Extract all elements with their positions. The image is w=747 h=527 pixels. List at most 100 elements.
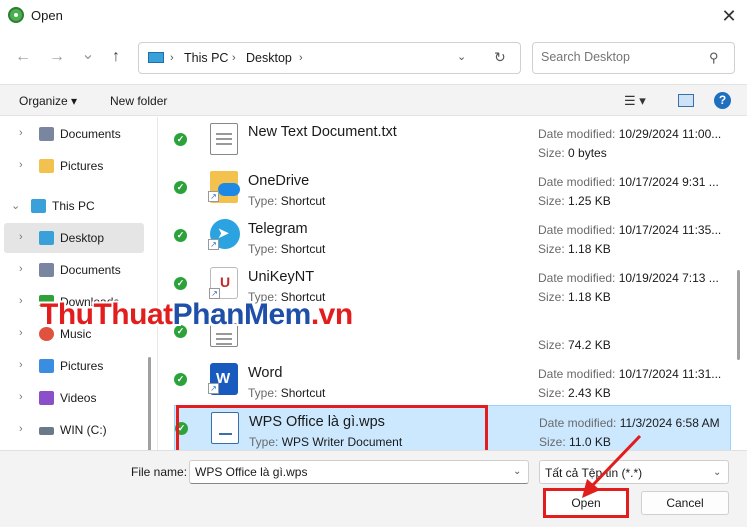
videos-icon — [39, 391, 54, 405]
shortcut-arrow-icon: ↗ — [208, 383, 219, 394]
unikey-icon: ↗ — [209, 267, 238, 299]
sidebar-item-label: This PC — [52, 199, 95, 213]
chevron-right-icon[interactable]: › — [19, 327, 23, 339]
recent-locations-icon[interactable]: ⌄ — [78, 44, 98, 64]
file-name: UniKeyNT — [248, 269, 315, 285]
drive-icon — [39, 427, 54, 435]
onedrive-icon: ↗ — [208, 171, 240, 203]
file-size: Size: 2.43 KB — [538, 386, 611, 400]
up-icon[interactable]: ↑ — [106, 48, 126, 66]
file-size: Size: 74.2 KB — [538, 338, 611, 352]
close-button[interactable]: ✕ — [712, 1, 746, 31]
telegram-icon: ↗ — [208, 219, 240, 250]
chevron-right-icon[interactable]: › — [19, 359, 23, 371]
sidebar-item-label: Documents — [60, 263, 121, 277]
help-icon[interactable]: ? — [714, 92, 731, 109]
sidebar-item-label: Videos — [60, 391, 97, 405]
sidebar-item-desktop[interactable]: › Desktop — [4, 223, 144, 253]
breadcrumb-desktop[interactable]: Desktop — [246, 51, 292, 65]
selection-highlight-box — [176, 405, 488, 453]
sidebar-item-this-pc[interactable]: ⌄ This PC — [4, 191, 144, 221]
file-modified: Date modified: 11/3/2024 6:58 AM — [539, 416, 720, 430]
search-input[interactable] — [541, 50, 701, 64]
navigation-pane: › Documents › Pictures ⌄ This PC › Deskt… — [0, 117, 156, 450]
arrow-shaft — [588, 434, 642, 490]
pictures-icon — [39, 359, 54, 373]
annotation-arrow — [582, 434, 642, 498]
file-name: Word — [248, 365, 283, 381]
search-icon[interactable]: ⚲ — [709, 50, 719, 66]
chevron-right-icon[interactable]: › — [19, 231, 23, 243]
documents-icon — [39, 263, 54, 277]
chevron-down-icon[interactable]: ⌄ — [513, 466, 521, 477]
address-bar[interactable]: › This PC › Desktop › ⌄ ↻ — [138, 42, 521, 74]
file-row[interactable]: ✓ New Text Document.txt Date modified: 1… — [174, 117, 731, 165]
chevron-right-icon[interactable]: › — [299, 52, 303, 64]
breadcrumb-this-pc[interactable]: This PC — [184, 51, 228, 65]
chevron-right-icon[interactable]: › — [19, 159, 23, 171]
file-row[interactable]: ✓ ↗ OneDrive Type: Shortcut Date modifie… — [174, 165, 731, 213]
preview-pane-icon[interactable] — [678, 94, 694, 107]
file-name: New Text Document.txt — [248, 124, 397, 140]
chevron-right-icon[interactable]: › — [19, 423, 23, 435]
chevron-right-icon[interactable]: › — [19, 391, 23, 403]
search-box[interactable]: ⚲ — [532, 42, 735, 74]
sidebar-item-pictures[interactable]: › Pictures — [4, 351, 144, 381]
file-modified: Date modified: 10/29/2024 11:00... — [538, 127, 722, 141]
file-size: Size: 1.18 KB — [538, 290, 611, 304]
file-modified: Date modified: 10/17/2024 9:31 ... — [538, 175, 719, 189]
sync-check-icon: ✓ — [174, 133, 187, 146]
desktop-icon — [39, 231, 54, 245]
sidebar-scrollbar[interactable] — [148, 357, 151, 450]
view-options-icon[interactable]: ☰ ▾ — [624, 93, 646, 109]
sidebar-item-documents[interactable]: › Documents — [4, 255, 144, 285]
chevron-right-icon[interactable]: › — [19, 127, 23, 139]
pc-icon — [31, 199, 46, 213]
forward-icon[interactable]: → — [47, 48, 67, 66]
chevron-right-icon: › — [170, 52, 174, 64]
word-icon: ↗ — [208, 363, 238, 395]
file-name-label: File name: — [131, 465, 188, 479]
file-name: Telegram — [248, 221, 308, 237]
file-modified: Date modified: 10/17/2024 11:35... — [538, 223, 722, 237]
title-bar: Open ✕ — [0, 0, 747, 32]
watermark-logo: ThuThuatPhanMem.vn — [40, 298, 353, 331]
pc-icon — [148, 52, 164, 63]
file-row[interactable]: ✓ ↗ Telegram Type: Shortcut Date modifie… — [174, 213, 731, 261]
documents-icon — [39, 127, 54, 141]
file-name-field[interactable]: ⌄ — [189, 460, 529, 484]
file-size: Size: 0 bytes — [538, 146, 607, 160]
sync-check-icon: ✓ — [174, 181, 187, 194]
chevron-down-icon[interactable]: ⌄ — [11, 199, 20, 212]
chevron-down-icon[interactable]: ⌄ — [713, 467, 721, 478]
back-icon[interactable]: ← — [13, 48, 33, 66]
sidebar-item-videos[interactable]: › Videos — [4, 383, 144, 413]
file-name-input[interactable] — [195, 465, 495, 479]
sidebar-item-label: Desktop — [60, 231, 105, 245]
chevron-down-icon[interactable]: ⌄ — [457, 50, 466, 63]
file-size: Size: 1.18 KB — [538, 242, 611, 256]
sidebar-item-win-c[interactable]: › WIN (C:) — [4, 415, 144, 445]
file-name: OneDrive — [248, 173, 310, 189]
file-modified: Date modified: 10/19/2024 7:13 ... — [538, 271, 719, 285]
file-size: Size: 1.25 KB — [538, 194, 611, 208]
sidebar-item-pictures[interactable]: › Pictures — [4, 151, 144, 181]
app-icon — [8, 7, 24, 23]
file-list-scrollbar[interactable] — [737, 270, 740, 360]
command-bar: Organize ▾ New folder ☰ ▾ ? — [0, 84, 747, 116]
sidebar-item-label: Pictures — [60, 359, 104, 373]
refresh-icon[interactable]: ↻ — [494, 49, 506, 66]
chevron-right-icon[interactable]: › — [19, 263, 23, 275]
window-title: Open — [31, 8, 63, 23]
shortcut-arrow-icon: ↗ — [208, 239, 219, 250]
shortcut-arrow-icon: ↗ — [209, 288, 220, 299]
sync-check-icon: ✓ — [174, 277, 187, 290]
chevron-right-icon[interactable]: › — [19, 295, 23, 307]
new-folder-button[interactable]: New folder — [110, 94, 167, 108]
file-row[interactable]: ✓ ↗ Word Type: Shortcut Date modified: 1… — [174, 357, 731, 405]
file-list: ✓ New Text Document.txt Date modified: 1… — [158, 117, 747, 450]
shortcut-arrow-icon: ↗ — [208, 191, 219, 202]
sidebar-item-documents[interactable]: › Documents — [4, 119, 144, 149]
sidebar-item-label: Pictures — [60, 159, 104, 173]
organize-button[interactable]: Organize ▾ — [19, 94, 77, 108]
